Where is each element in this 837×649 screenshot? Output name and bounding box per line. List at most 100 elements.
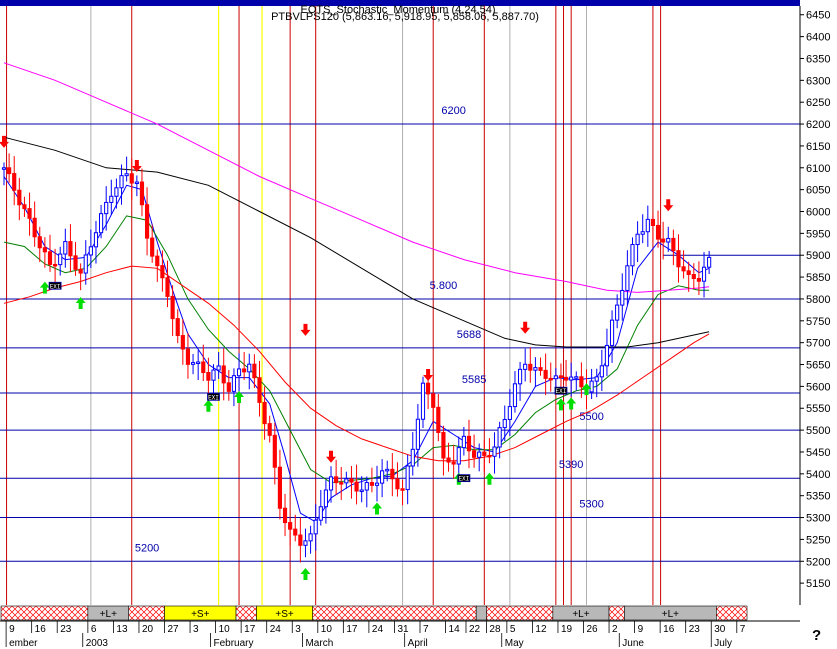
candle-body bbox=[369, 482, 374, 486]
candle-body bbox=[37, 236, 42, 249]
candle-body bbox=[548, 377, 553, 381]
candle-body bbox=[558, 375, 564, 378]
candle-body bbox=[47, 251, 53, 265]
candle-body bbox=[385, 468, 390, 472]
candle-body bbox=[201, 361, 206, 373]
month-label: March bbox=[305, 638, 333, 649]
candle-body bbox=[339, 482, 344, 485]
candle-body bbox=[380, 470, 385, 484]
signal-band-label: +L+ bbox=[662, 609, 679, 620]
y-tick-label: 5800 bbox=[806, 294, 830, 306]
month-label: 2003 bbox=[86, 638, 109, 649]
candle-body bbox=[487, 454, 492, 458]
candle-body bbox=[12, 173, 17, 191]
signal-band bbox=[312, 605, 477, 621]
candle-body bbox=[334, 476, 339, 484]
x-tick-label: 20 bbox=[142, 624, 154, 635]
help-mark[interactable]: ? bbox=[812, 627, 821, 644]
y-tick-label: 5350 bbox=[806, 491, 830, 503]
candle-body bbox=[216, 365, 221, 371]
candle-body bbox=[374, 482, 380, 486]
signal-band-label: +S+ bbox=[191, 609, 210, 620]
candle-body bbox=[42, 247, 47, 253]
y-tick-label: 5250 bbox=[806, 534, 830, 546]
level-label: 5585 bbox=[462, 374, 486, 386]
month-label: July bbox=[714, 638, 732, 649]
candle-body bbox=[155, 255, 160, 267]
candle-body bbox=[323, 489, 328, 508]
candle-body bbox=[517, 368, 523, 385]
candle-body bbox=[206, 371, 211, 381]
candle-body bbox=[308, 533, 313, 542]
x-tick-label: 10 bbox=[219, 624, 231, 635]
candle-body bbox=[88, 246, 93, 256]
candle-body bbox=[354, 481, 359, 492]
level-label: 5.800 bbox=[430, 280, 458, 292]
y-tick-label: 6050 bbox=[806, 185, 830, 197]
candle-body bbox=[507, 406, 512, 420]
candle-body bbox=[553, 375, 558, 380]
x-tick-label: 16 bbox=[35, 624, 47, 635]
y-tick-label: 6400 bbox=[806, 32, 830, 44]
candle-body bbox=[569, 376, 574, 381]
candle-body bbox=[139, 181, 145, 206]
x-tick-label: 3 bbox=[295, 624, 301, 635]
x-tick-label: 24 bbox=[372, 624, 384, 635]
candle-body bbox=[150, 237, 155, 257]
signal-band bbox=[716, 605, 748, 621]
candle-body bbox=[661, 238, 666, 243]
x-tick-label: 16 bbox=[663, 624, 675, 635]
candle-body bbox=[109, 195, 114, 203]
signal-bands: +L+ +S+ +S+ +L+ +L+ bbox=[0, 605, 748, 621]
candle-body bbox=[400, 488, 405, 491]
y-tick-label: 6150 bbox=[806, 141, 830, 153]
candle-body bbox=[492, 446, 497, 457]
candle-body bbox=[604, 344, 610, 367]
candle-body bbox=[497, 427, 502, 448]
candle-body bbox=[707, 256, 712, 268]
candle-body bbox=[640, 231, 645, 235]
candle-body bbox=[446, 457, 451, 463]
candle-body bbox=[615, 304, 620, 321]
candle-body bbox=[528, 363, 533, 371]
candle-body bbox=[538, 367, 543, 371]
candle-body bbox=[160, 265, 165, 279]
y-tick-label: 5900 bbox=[806, 250, 830, 262]
candle-body bbox=[272, 434, 277, 468]
candle-body bbox=[671, 237, 676, 252]
candle-body bbox=[543, 369, 548, 379]
candle-body bbox=[594, 376, 599, 382]
exit-marker-label: EXI bbox=[50, 283, 61, 290]
candle-body bbox=[472, 450, 477, 458]
candle-body bbox=[282, 507, 288, 524]
signal-band bbox=[486, 605, 554, 621]
plot-background bbox=[0, 0, 837, 649]
candle-body bbox=[563, 376, 569, 381]
candle-body bbox=[426, 382, 431, 395]
y-tick-label: 5600 bbox=[806, 381, 830, 393]
x-tick-label: 27 bbox=[168, 624, 180, 635]
candle-body bbox=[22, 204, 27, 210]
month-label: May bbox=[505, 638, 524, 649]
candle-body bbox=[32, 217, 37, 238]
x-tick-label: 2 bbox=[612, 624, 618, 635]
signal-band bbox=[128, 605, 165, 621]
candle-body bbox=[262, 401, 267, 425]
y-tick-label: 5700 bbox=[806, 338, 830, 350]
candle-body bbox=[313, 519, 318, 535]
candle-body bbox=[114, 187, 119, 197]
x-tick-label: 24 bbox=[270, 624, 282, 635]
y-tick-label: 5200 bbox=[806, 556, 830, 568]
candle-body bbox=[482, 451, 487, 456]
y-tick-label: 6000 bbox=[806, 206, 830, 218]
candle-body bbox=[17, 189, 22, 206]
candle-body bbox=[98, 213, 104, 234]
y-tick-label: 5450 bbox=[806, 447, 830, 459]
x-tick-label: 13 bbox=[116, 624, 128, 635]
candle-body bbox=[267, 423, 272, 436]
candle-body bbox=[574, 376, 579, 379]
candle-body bbox=[691, 274, 696, 280]
candle-body bbox=[63, 241, 68, 255]
candle-body bbox=[257, 377, 262, 403]
signal-band-label: +L+ bbox=[572, 609, 589, 620]
